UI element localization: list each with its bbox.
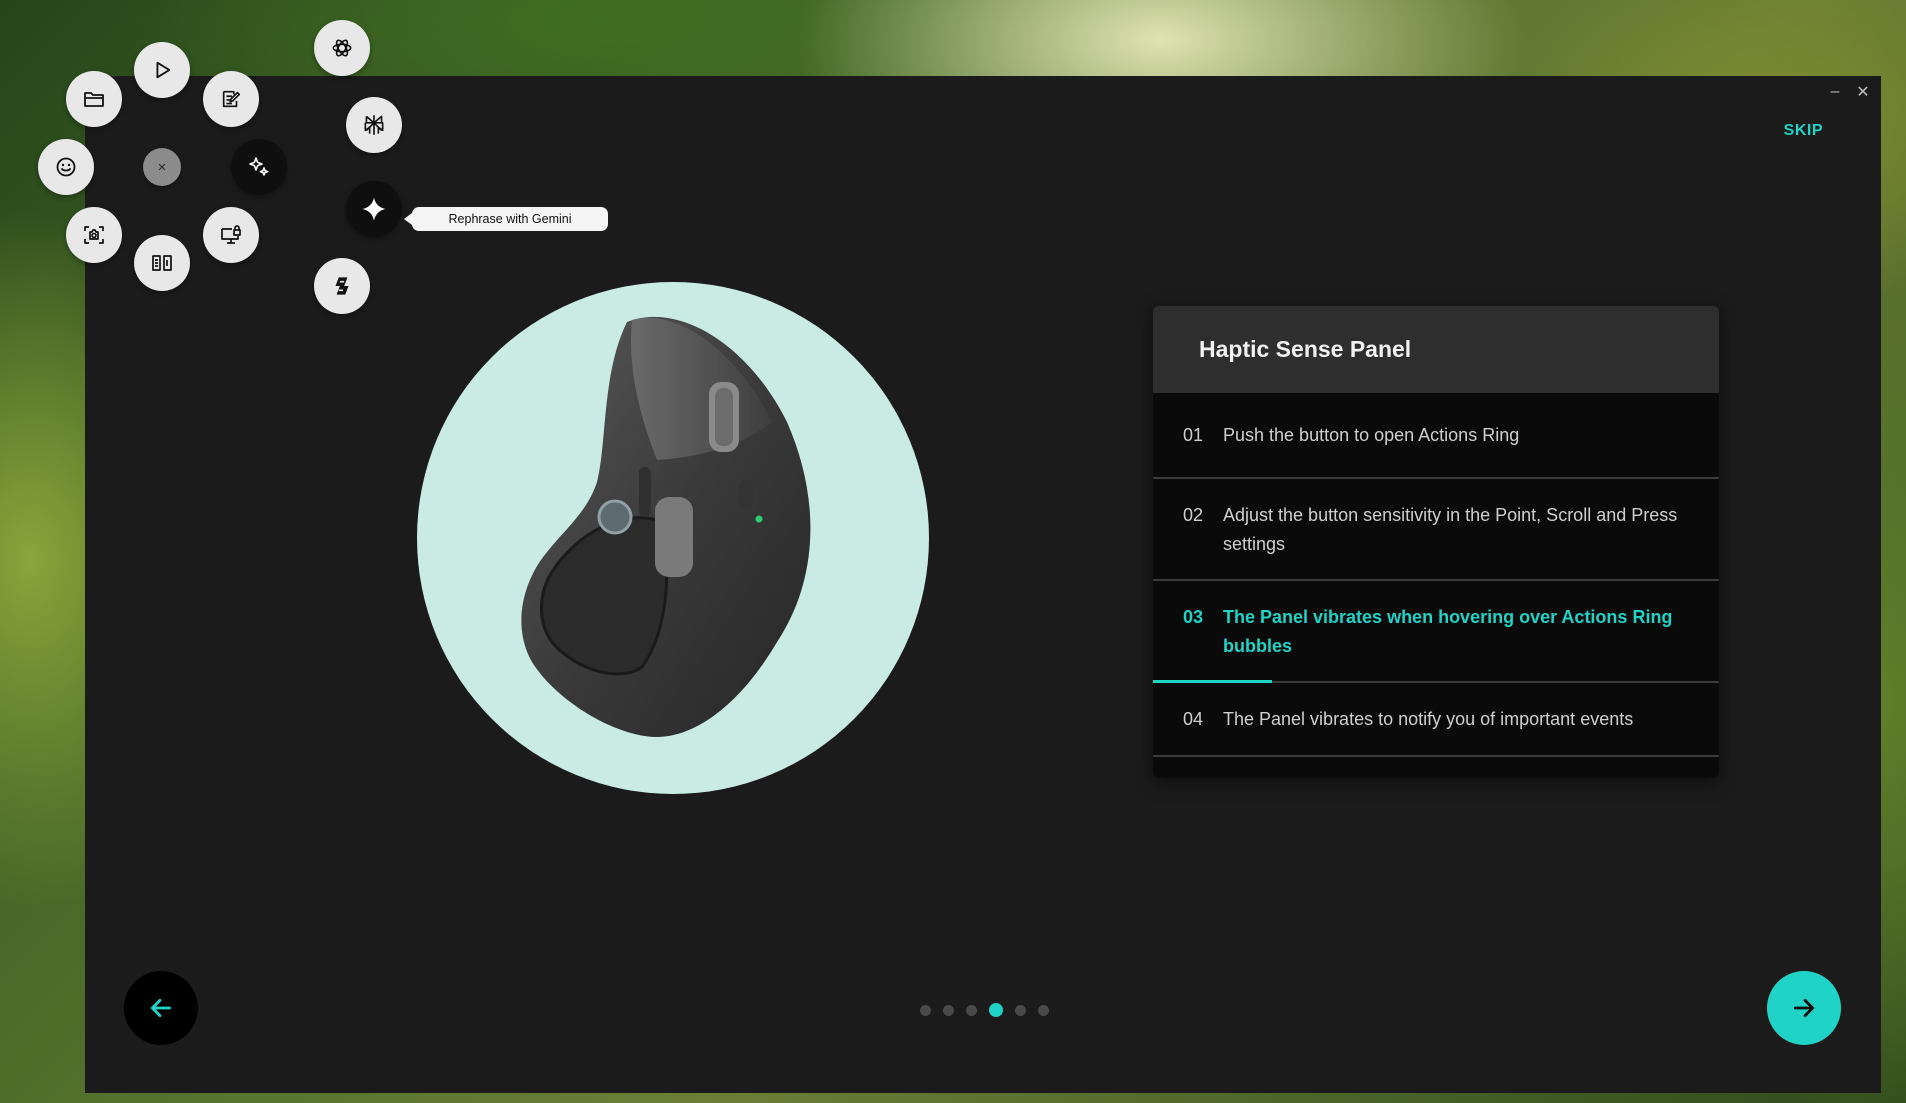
step-text: The Panel vibrates to notify you of impo… — [1223, 708, 1634, 729]
next-button[interactable] — [1767, 971, 1841, 1045]
feature-panel: Haptic Sense Panel 01 Push the button to… — [1153, 306, 1719, 778]
ring-item-split-view[interactable] — [134, 235, 190, 291]
back-button[interactable] — [124, 971, 198, 1045]
step-number: 01 — [1183, 424, 1204, 445]
arrow-left-icon — [150, 999, 172, 1017]
step-text: The Panel vibrates when hovering over Ac… — [1223, 607, 1673, 656]
chatgpt-icon — [332, 39, 352, 57]
split-view-icon — [152, 255, 172, 271]
step-number: 03 — [1183, 607, 1204, 627]
gemini-icon — [362, 197, 386, 221]
step-number: 04 — [1183, 708, 1204, 729]
close-window-button[interactable]: ✕ — [1853, 82, 1873, 102]
ai-item-gemini[interactable] — [346, 181, 402, 237]
panel-title: Haptic Sense Panel — [1153, 306, 1719, 393]
ai-item-copilot[interactable] — [314, 258, 370, 314]
step-item-2[interactable]: 02 Adjust the button sensitivity in the … — [1153, 479, 1719, 581]
copilot-icon — [335, 277, 349, 295]
ai-item-perplexity[interactable] — [346, 97, 402, 153]
ring-item-ai-sparkles[interactable] — [231, 139, 287, 195]
pagination-dot-active[interactable] — [989, 1003, 1003, 1017]
skip-button[interactable]: SKIP — [1784, 122, 1823, 140]
pagination-dot[interactable] — [920, 1004, 931, 1016]
arrow-right-icon — [1793, 999, 1815, 1017]
pagination-dot[interactable] — [966, 1004, 977, 1016]
ring-item-edit-note[interactable] — [203, 71, 259, 127]
step-item-1[interactable]: 01 Push the button to open Actions Ring — [1153, 393, 1719, 479]
pagination-dot[interactable] — [1038, 1004, 1049, 1016]
ring-item-screenshot[interactable] — [66, 207, 122, 263]
step-number: 02 — [1183, 505, 1204, 525]
ring-close-button[interactable]: × — [143, 148, 181, 186]
product-image-mouse — [417, 282, 929, 794]
pagination-dot[interactable] — [943, 1004, 954, 1016]
ring-item-play[interactable] — [134, 42, 190, 98]
folder-icon — [84, 92, 104, 107]
ai-item-chatgpt[interactable] — [314, 20, 370, 76]
mouse-illustration — [521, 316, 811, 737]
emoji-icon — [56, 157, 76, 177]
ring-item-folder[interactable] — [66, 71, 122, 127]
pagination-dots — [920, 1003, 1049, 1017]
step-text: Adjust the button sensitivity in the Poi… — [1223, 505, 1678, 554]
monitor-lock-icon — [221, 225, 241, 244]
step-item-3-active[interactable]: 03 The Panel vibrates when hovering over… — [1153, 581, 1719, 683]
screenshot-icon — [84, 226, 104, 244]
ring-item-emoji[interactable] — [38, 139, 94, 195]
perplexity-icon — [364, 115, 384, 135]
ai-sparkles-icon — [249, 157, 269, 176]
pagination-dot[interactable] — [1015, 1004, 1026, 1016]
gemini-tooltip: Rephrase with Gemini — [404, 207, 608, 231]
edit-note-icon — [222, 90, 241, 108]
ring-item-screen-lock[interactable] — [203, 207, 259, 263]
play-icon — [156, 61, 171, 79]
step-item-4[interactable]: 04 The Panel vibrates to notify you of i… — [1153, 683, 1719, 757]
step-text: Push the button to open Actions Ring — [1223, 424, 1520, 445]
minimize-button[interactable]: – — [1825, 82, 1845, 102]
